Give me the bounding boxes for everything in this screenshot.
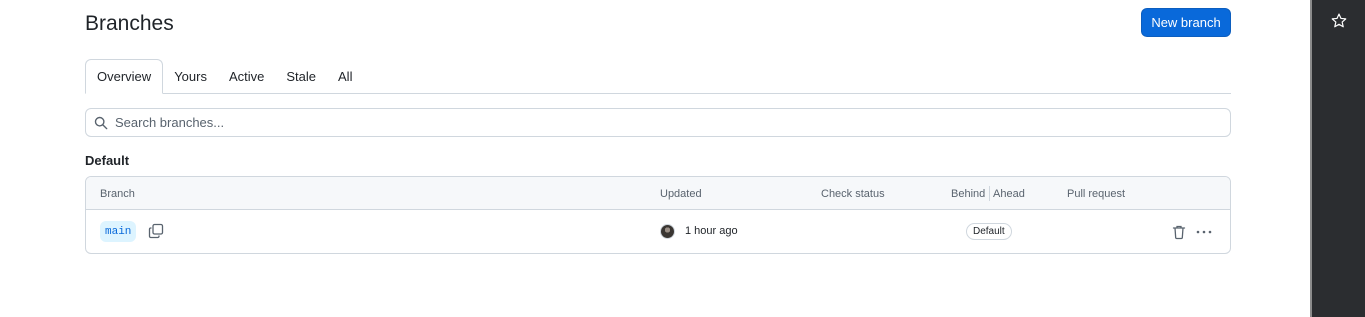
search-input[interactable] [115,115,1215,130]
table-row: main 1 hour ago Default [86,210,1230,253]
new-branch-button[interactable]: New branch [1141,8,1231,37]
star-icon[interactable] [1330,12,1348,30]
search-icon [94,116,108,129]
column-behind: Behind [951,188,986,200]
behind-ahead-divider [989,186,990,201]
browser-side-panel [1312,0,1365,317]
tab-overview[interactable]: Overview [85,59,164,94]
trash-icon[interactable] [1171,224,1187,240]
branches-table: Branch Updated Check status Behind Ahead… [85,176,1231,254]
default-badge: Default [966,223,1012,240]
tab-active[interactable]: Active [218,59,275,93]
tab-yours[interactable]: Yours [163,59,218,93]
column-updated: Updated [660,188,702,200]
kebab-icon[interactable] [1195,224,1213,240]
column-check-status: Check status [821,188,885,200]
search-box [85,108,1231,137]
updated-time: 1 hour ago [685,225,738,237]
column-branch: Branch [100,188,135,200]
section-title: Default [85,153,130,168]
tab-bar: Overview Yours Active Stale All [85,59,1231,94]
table-header: Branch Updated Check status Behind Ahead… [86,177,1230,210]
tab-stale[interactable]: Stale [275,59,327,93]
page-title: Branches [85,12,174,35]
branch-name-link[interactable]: main [100,221,137,242]
column-pull-request: Pull request [1067,188,1126,200]
avatar[interactable] [660,224,675,239]
column-ahead: Ahead [993,188,1025,200]
main-content: Branches New branch Overview Yours Activ… [0,0,1310,317]
tab-all[interactable]: All [327,59,363,93]
copy-icon[interactable] [148,223,164,239]
